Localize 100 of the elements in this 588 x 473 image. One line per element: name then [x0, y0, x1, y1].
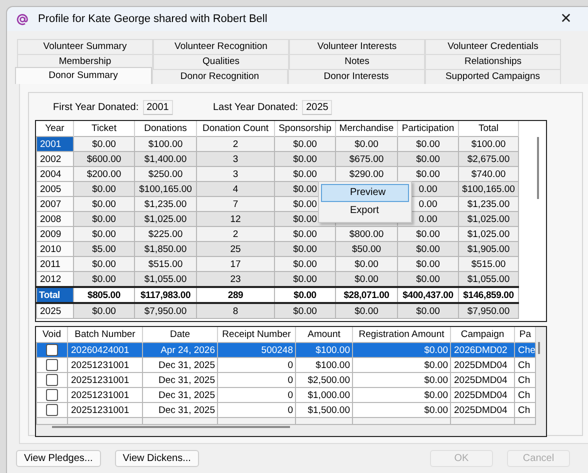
- column-header[interactable]: Sponsorship: [274, 121, 336, 136]
- table-cell: $1,400.00: [134, 152, 196, 166]
- table-cell: $0.00: [74, 256, 134, 272]
- table-cell: $100.00: [296, 358, 352, 372]
- tab[interactable]: Donor Summary: [15, 67, 152, 84]
- tab[interactable]: Volunteer Summary: [17, 39, 153, 54]
- table-cell: $1,025.00: [458, 212, 518, 226]
- table-cell: 3: [196, 152, 274, 166]
- column-header[interactable]: Year: [36, 121, 74, 136]
- table-cell: 4: [196, 182, 274, 196]
- column-header[interactable]: Donations: [134, 121, 196, 136]
- table-cell: $800.00: [336, 226, 398, 242]
- row-header[interactable]: 2001: [36, 136, 74, 152]
- total-label: Total: [36, 287, 74, 303]
- table-cell: Ch: [514, 372, 536, 388]
- year-field[interactable]: 2001: [142, 100, 173, 115]
- table-cell: $0.00: [336, 303, 398, 318]
- table-cell: 12: [196, 212, 274, 226]
- table-cell: $400,437.00: [398, 287, 458, 303]
- field-label: Last Year Donated:: [213, 102, 298, 113]
- table-cell: Ch: [514, 388, 536, 402]
- table-cell: 289: [196, 287, 274, 303]
- row-header[interactable]: 2008: [36, 212, 74, 226]
- table-cell: 8: [196, 303, 274, 318]
- column-header[interactable]: Void: [36, 327, 68, 342]
- table-cell: 20251231001: [68, 372, 142, 388]
- table-cell: $0.00: [398, 303, 458, 318]
- table-cell: Dec 31, 2025: [142, 388, 218, 402]
- table-cell: 2026DMD02: [450, 342, 514, 358]
- row-header[interactable]: 2004: [36, 166, 74, 182]
- tab[interactable]: Relationships: [425, 54, 561, 69]
- checkbox[interactable]: [46, 404, 58, 416]
- window-title: Profile for Kate George shared with Robert Bell: [38, 13, 268, 25]
- checkbox[interactable]: [46, 374, 58, 386]
- year-field[interactable]: 2025: [302, 100, 332, 115]
- checkbox[interactable]: [46, 389, 58, 401]
- row-header[interactable]: 2002: [36, 152, 74, 166]
- tab[interactable]: Donor Recognition: [152, 69, 288, 84]
- table-cell: $0.00: [352, 372, 450, 388]
- column-header[interactable]: Participation: [398, 121, 458, 136]
- tab[interactable]: Qualities: [153, 54, 289, 69]
- column-header[interactable]: Donation Count: [196, 121, 274, 136]
- table-cell: $1,905.00: [458, 242, 518, 256]
- table-cell: $100.00: [458, 136, 518, 152]
- tab[interactable]: Volunteer Interests: [289, 39, 425, 54]
- table-cell: $740.00: [458, 166, 518, 182]
- table-cell: 3: [196, 166, 274, 182]
- column-header[interactable]: Campaign: [450, 327, 514, 342]
- table-cell: $0.00: [74, 226, 134, 242]
- tab[interactable]: Supported Campaigns: [424, 69, 561, 84]
- table-row[interactable]: 20251231001 Dec 31, 2025 0 $2,500.00 $0.00 2025DMD04 Ch: [36, 372, 536, 388]
- table-cell: $0.00: [274, 226, 336, 242]
- close-button[interactable]: ✕: [551, 11, 581, 27]
- row-header[interactable]: 2007: [36, 196, 74, 212]
- table-cell: 2: [196, 226, 274, 242]
- field-label: First Year Donated:: [53, 102, 139, 113]
- scrollbar-thumb[interactable]: [52, 426, 290, 428]
- table-row[interactable]: 20251231001 Dec 31, 2025 0 $100.00 $0.00 2025DMD04 Ch: [36, 358, 536, 372]
- dialog-button[interactable]: View Dickens...: [114, 450, 199, 467]
- column-header[interactable]: Batch Number: [68, 327, 142, 342]
- table-cell: 25: [196, 242, 274, 256]
- menu-item[interactable]: Preview: [321, 184, 409, 202]
- table-cell: $0.00: [352, 342, 450, 358]
- checkbox[interactable]: [46, 359, 58, 371]
- column-header[interactable]: Ticket: [74, 121, 134, 136]
- checkbox[interactable]: [46, 344, 58, 356]
- dialog-button[interactable]: View Pledges...: [16, 450, 101, 467]
- row-header[interactable]: 2005: [36, 182, 74, 196]
- column-header[interactable]: Registration Amount: [352, 327, 450, 342]
- scrollbar-thumb[interactable]: [537, 137, 539, 199]
- column-header[interactable]: Amount: [296, 327, 352, 342]
- tab[interactable]: Notes: [289, 54, 425, 69]
- row-header[interactable]: 2010: [36, 242, 74, 256]
- table-cell: $675.00: [336, 152, 398, 166]
- table-cell: $0.00: [398, 242, 458, 256]
- scrollbar-thumb[interactable]: [538, 342, 540, 354]
- tab[interactable]: Donor Interests: [288, 69, 424, 84]
- row-header[interactable]: 2011: [36, 256, 74, 272]
- table-cell: $0.00: [274, 303, 336, 318]
- table-cell: $0.00: [274, 256, 336, 272]
- table-cell: $805.00: [74, 287, 134, 303]
- table-row[interactable]: 20251231001 Dec 31, 2025 0 $1,000.00 $0.00 2025DMD04 Ch: [36, 388, 536, 402]
- table-row[interactable]: 20260424001 Apr 24, 2026 500248 $100.00 $0.00 2026DMD02 Che: [36, 342, 536, 358]
- table-cell: $0.00: [398, 136, 458, 152]
- column-header[interactable]: Receipt Number: [218, 327, 296, 342]
- column-header[interactable]: Total: [458, 121, 518, 136]
- table-cell: 20251231001: [68, 358, 142, 372]
- table-cell: 2025DMD04: [450, 388, 514, 402]
- table-cell: $1,000.00: [296, 388, 352, 402]
- tab[interactable]: Volunteer Credentials: [425, 39, 561, 54]
- tab[interactable]: Volunteer Recognition: [153, 39, 289, 54]
- table-cell: $7,950.00: [134, 303, 196, 318]
- column-header[interactable]: Date: [142, 327, 218, 342]
- column-header[interactable]: Merchandise: [336, 121, 398, 136]
- row-header[interactable]: 2025: [36, 303, 74, 318]
- table-cell: $0.00: [74, 212, 134, 226]
- table-cell: $515.00: [458, 256, 518, 272]
- table-cell: $50.00: [336, 242, 398, 256]
- row-header[interactable]: 2009: [36, 226, 74, 242]
- table-cell: $0.00: [398, 226, 458, 242]
